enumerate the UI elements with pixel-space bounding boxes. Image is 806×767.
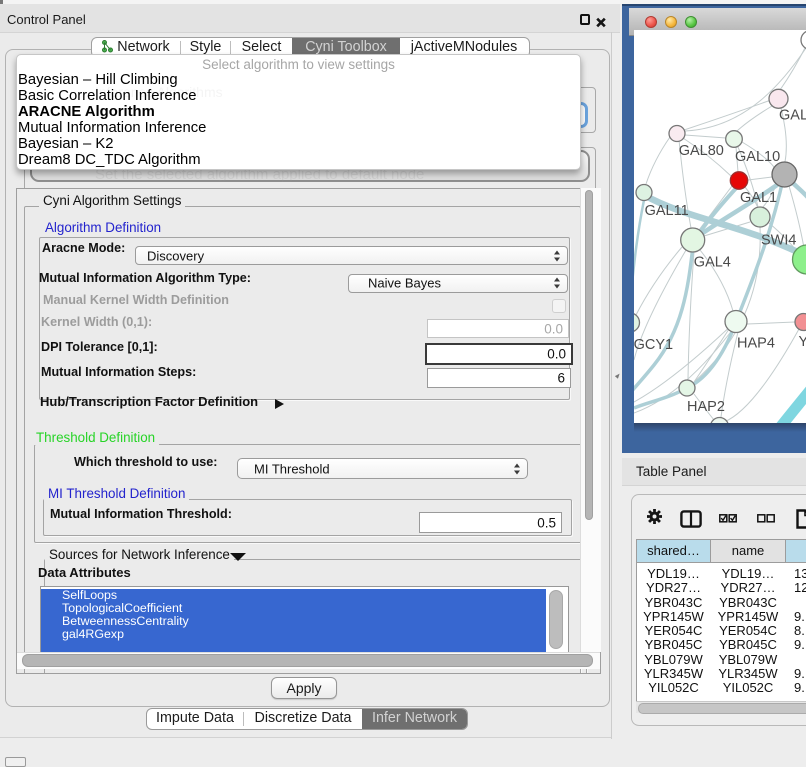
- svg-text:GAL80: GAL80: [679, 143, 724, 159]
- svg-text:GAL10: GAL10: [735, 149, 780, 165]
- svg-text:GAL1: GAL1: [740, 190, 777, 206]
- svg-text:HAP4: HAP4: [737, 336, 775, 352]
- svg-text:GAL11: GAL11: [645, 203, 689, 219]
- svg-text:SWI4: SWI4: [761, 233, 796, 249]
- svg-text:GAL7: GAL7: [779, 108, 806, 124]
- svg-text:GAL4: GAL4: [694, 255, 731, 271]
- svg-text:GCY1: GCY1: [634, 337, 673, 353]
- svg-text:HAP2: HAP2: [687, 399, 725, 415]
- svg-text:Y: Y: [799, 334, 806, 350]
